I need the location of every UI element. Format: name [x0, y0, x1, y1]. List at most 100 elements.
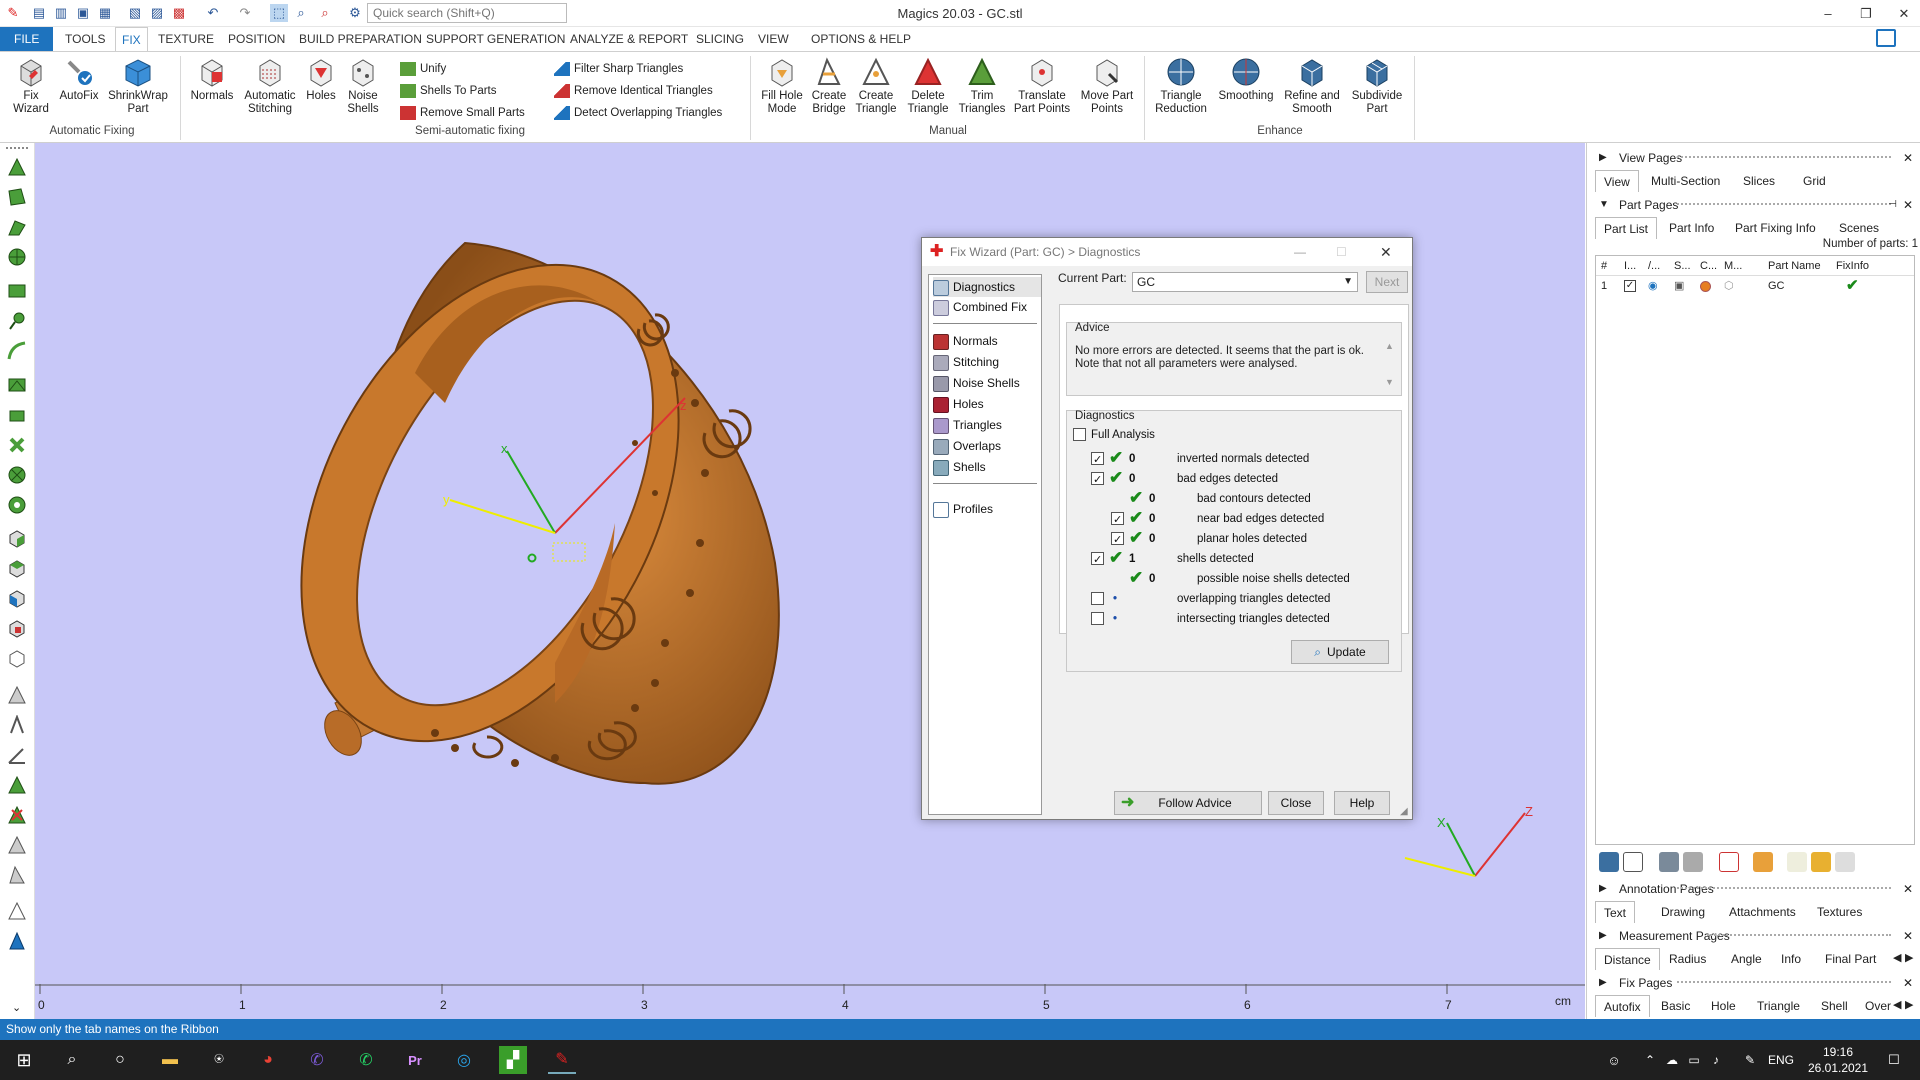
update-button[interactable]: ⌕ Update — [1291, 640, 1389, 664]
tab-multi-section[interactable]: Multi-Section — [1643, 170, 1728, 192]
nav-profiles[interactable]: Profiles — [933, 499, 993, 519]
select-plane-tool-icon[interactable] — [5, 373, 29, 397]
notification-icon[interactable]: ☐ — [1880, 1046, 1908, 1074]
select-shell-tool-icon[interactable] — [5, 215, 29, 239]
close-icon[interactable]: ✕ — [1903, 147, 1913, 169]
view-cube-top-icon[interactable] — [5, 557, 29, 581]
unmark-triangle-icon[interactable] — [5, 833, 29, 857]
tab-grid[interactable]: Grid — [1795, 170, 1834, 192]
tab-attachments[interactable]: Attachments — [1721, 901, 1804, 923]
tab-part-fixing-info[interactable]: Part Fixing Info — [1727, 217, 1824, 239]
measure-angle-tool-icon[interactable] — [5, 743, 29, 767]
ring-part[interactable] — [225, 200, 780, 805]
close-icon[interactable]: ✕ — [1903, 925, 1913, 947]
tab-part-list[interactable]: Part List — [1595, 217, 1658, 239]
tab-analyze-report[interactable]: ANALYZE & REPORT — [564, 27, 694, 51]
select-all-parts-icon[interactable] — [1599, 852, 1619, 872]
measure-triangle-tool-icon[interactable] — [5, 683, 29, 707]
tab-build-preparation[interactable]: BUILD PREPARATION — [293, 27, 428, 51]
tab-final-part[interactable]: Final Part — [1817, 948, 1884, 970]
cortana-icon[interactable]: ○ — [106, 1046, 134, 1074]
restore-icon[interactable]: ❐ — [1846, 0, 1886, 27]
holes-button[interactable]: Holes — [302, 56, 340, 126]
minimize-icon[interactable]: – — [1808, 0, 1848, 27]
tab-shell[interactable]: Shell — [1813, 995, 1856, 1017]
follow-advice-button[interactable]: ➜ Follow Advice — [1114, 791, 1262, 815]
current-part-select[interactable]: GC ▼ — [1132, 272, 1358, 292]
full-analysis-checkbox[interactable]: Full Analysis — [1073, 425, 1155, 445]
nav-normals[interactable]: Normals — [933, 331, 998, 351]
scroll-down-icon[interactable]: ▼ — [1385, 377, 1394, 387]
tab-slices[interactable]: Slices — [1735, 170, 1783, 192]
help-button[interactable]: Help — [1334, 791, 1390, 815]
col-num[interactable]: # — [1601, 256, 1607, 276]
dialog-minimize-icon[interactable]: — — [1294, 238, 1306, 266]
clock-time[interactable]: 19:16 — [1808, 1045, 1868, 1059]
search-icon[interactable]: ⌕ — [58, 1046, 86, 1074]
view-cube-side-icon[interactable] — [5, 587, 29, 611]
mark-triangle-green-icon[interactable] — [5, 773, 29, 797]
tab-drawing[interactable]: Drawing — [1653, 901, 1713, 923]
close-icon[interactable]: ✕ — [1903, 878, 1913, 900]
select-cone-tool-icon[interactable] — [5, 433, 29, 457]
tab-info[interactable]: Info — [1773, 948, 1809, 970]
col-visible[interactable]: /... — [1648, 256, 1660, 276]
tab-scroll-right-icon[interactable]: ▶ — [1905, 951, 1913, 964]
detect-overlapping-triangles-button[interactable]: Detect Overlapping Triangles — [554, 104, 722, 122]
smoothing-button[interactable]: Smoothing — [1214, 56, 1278, 126]
nav-triangles[interactable]: Triangles — [933, 415, 1002, 435]
invert-selection-icon[interactable] — [1623, 852, 1643, 872]
duplicate-parts-icon[interactable] — [1683, 852, 1703, 872]
tab-text[interactable]: Text — [1595, 901, 1636, 923]
color-swatch[interactable] — [1700, 281, 1711, 292]
tab-distance[interactable]: Distance — [1595, 948, 1660, 970]
chrome-icon[interactable]: ◕ — [254, 1046, 282, 1074]
checkbox[interactable] — [1111, 530, 1124, 550]
tab-view[interactable]: VIEW — [752, 27, 795, 51]
premiere-icon[interactable]: Pr — [401, 1046, 429, 1074]
scroll-up-icon[interactable]: ▲ — [1385, 341, 1394, 351]
create-triangle-button[interactable]: Create Triangle — [852, 56, 900, 126]
fix-wizard-button[interactable]: Fix Wizard — [8, 56, 54, 126]
subdivide-part-button[interactable]: Subdivide Part — [1346, 56, 1408, 126]
checkbox[interactable] — [1091, 550, 1104, 570]
tab-scenes[interactable]: Scenes — [1831, 217, 1887, 239]
autofix-button[interactable]: AutoFix — [56, 56, 102, 126]
mark-triangle-red-icon[interactable] — [5, 803, 29, 827]
dialog-title-bar[interactable]: ✚ Fix Wizard (Part: GC) > Diagnostics — … — [922, 238, 1412, 266]
color-parts-icon[interactable] — [1753, 852, 1773, 872]
nav-shells[interactable]: Shells — [933, 457, 986, 477]
mark-plane-icon[interactable] — [5, 863, 29, 887]
view-cube-front-icon[interactable] — [5, 527, 29, 551]
material-icon[interactable]: ⬡ — [1724, 276, 1734, 296]
annotation-pages-header[interactable]: ▶ Annotation Pages ✕ — [1587, 878, 1920, 900]
resize-grip-icon[interactable]: ◢ — [1400, 806, 1408, 817]
tab-slicing[interactable]: SLICING — [690, 27, 750, 51]
translate-part-points-button[interactable]: Translate Part Points — [1010, 56, 1074, 126]
dialog-close-icon[interactable]: ✕ — [1380, 238, 1392, 266]
close-button[interactable]: Close — [1268, 791, 1324, 815]
view-cube-iso-icon[interactable] — [5, 617, 29, 641]
fill-hole-mode-button[interactable]: Fill Hole Mode — [756, 56, 808, 126]
tab-file[interactable]: FILE — [0, 27, 54, 51]
app-green-icon[interactable]: ▞ — [499, 1046, 527, 1074]
tab-scroll-left-icon[interactable]: ◀ — [1893, 998, 1902, 1011]
toolbar-more-icon[interactable]: ⌄ — [12, 1001, 21, 1014]
noise-shells-button[interactable]: Noise Shells — [342, 56, 384, 126]
mark-edge-icon[interactable] — [5, 899, 29, 923]
select-cylinder-tool-icon[interactable] — [5, 403, 29, 427]
tab-texture[interactable]: TEXTURE — [152, 27, 220, 51]
browser-icon[interactable]: ◎ — [450, 1046, 478, 1074]
measurement-pages-header[interactable]: ▶ Measurement Pages ✕ — [1587, 925, 1920, 947]
col-fixinfo[interactable]: FixInfo — [1836, 256, 1869, 276]
col-i[interactable]: I... — [1624, 256, 1636, 276]
tab-radius[interactable]: Radius — [1661, 948, 1714, 970]
pin-icon[interactable]: ⊣ — [1888, 194, 1897, 216]
view-cube-wire-icon[interactable] — [5, 647, 29, 671]
unify-button[interactable]: Unify — [400, 60, 446, 78]
measure-edge-tool-icon[interactable] — [5, 713, 29, 737]
col-part-name[interactable]: Part Name — [1768, 256, 1821, 276]
part-pages-header[interactable]: ▼ Part Pages ✕ ⊣ — [1587, 194, 1920, 216]
tab-part-info[interactable]: Part Info — [1661, 217, 1722, 239]
close-icon[interactable]: ✕ — [1903, 972, 1913, 994]
